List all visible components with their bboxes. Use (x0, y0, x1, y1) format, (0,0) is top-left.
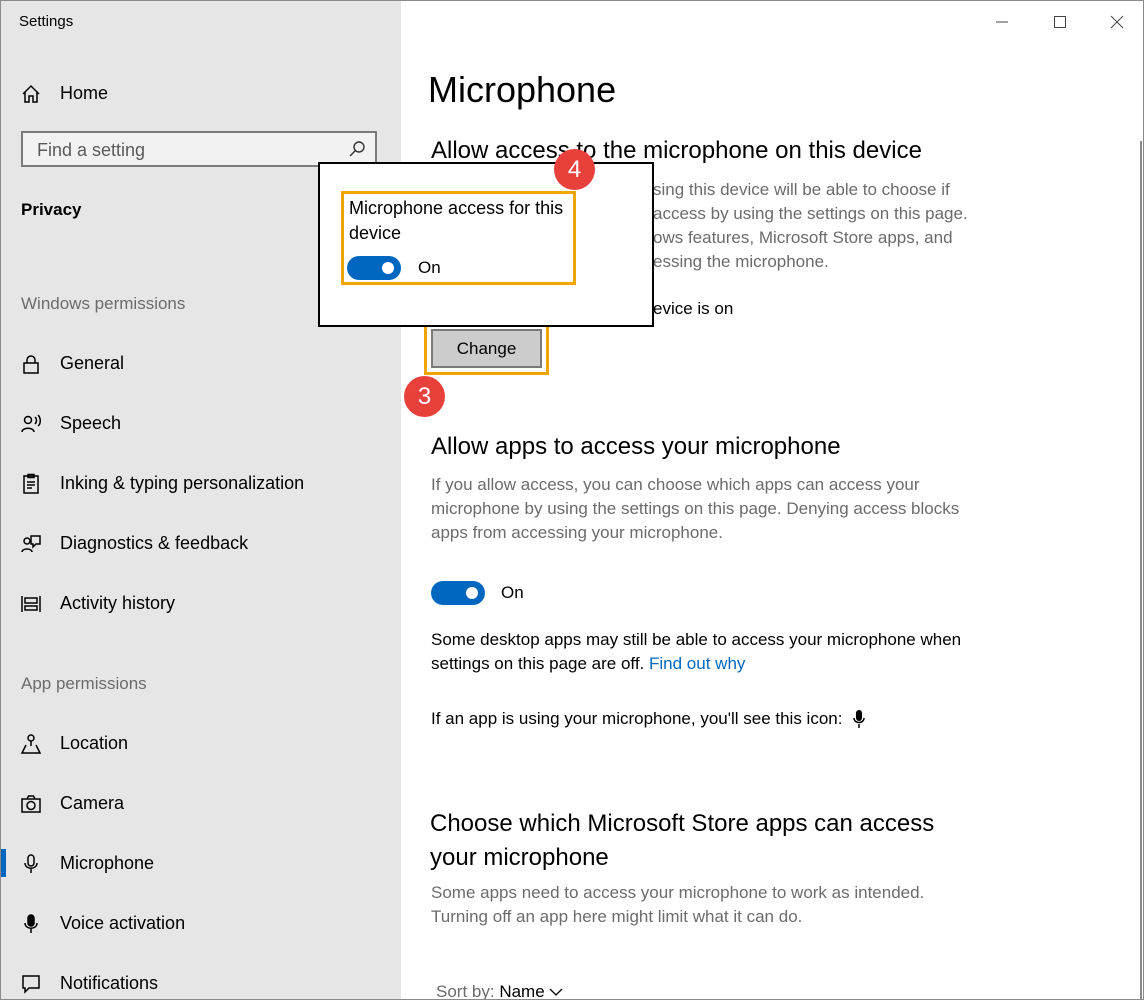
device-section-heading: Allow access to the microphone on this d… (431, 137, 922, 164)
maximize-button[interactable] (1040, 7, 1080, 37)
minimize-button[interactable] (982, 7, 1022, 37)
settings-window: Settings Home Privacy Windows permission… (0, 0, 1144, 1000)
microphone-icon (19, 852, 43, 876)
sidebar-item-diagnostics[interactable]: Diagnostics & feedback (1, 523, 401, 563)
notifications-icon (19, 972, 43, 996)
sidebar-item-label: Location (60, 732, 129, 753)
sidebar-item-label: Notifications (60, 972, 159, 993)
section-title-privacy: Privacy (21, 200, 82, 219)
sidebar-item-label: Voice activation (60, 912, 186, 933)
microphone-access-popup: Microphone access for this device On (318, 162, 654, 327)
page-title: Microphone (428, 69, 617, 110)
sidebar-item-speech[interactable]: Speech (1, 403, 401, 443)
sidebar: Settings Home Privacy Windows permission… (1, 1, 401, 999)
store-section-heading: Choose which Microsoft Store apps can ac… (430, 810, 935, 871)
apps-section-heading: Allow apps to access your microphone (431, 433, 841, 460)
minimize-icon (996, 21, 1008, 23)
sidebar-item-general[interactable]: General (1, 343, 401, 383)
chevron-down-icon (549, 988, 563, 996)
home-icon (19, 82, 43, 106)
sidebar-item-voice-activation[interactable]: Voice activation (1, 903, 401, 943)
sidebar-item-label: Camera (60, 792, 125, 813)
change-highlight: Change (424, 322, 549, 375)
toggle-knob (466, 587, 478, 599)
sort-value: Name (499, 982, 545, 1000)
search-input[interactable] (23, 133, 359, 167)
sidebar-item-label: Inking & typing personalization (60, 472, 305, 493)
change-button[interactable]: Change (431, 329, 542, 368)
store-section-description: Some apps need to access your microphone… (431, 883, 925, 926)
sidebar-item-label: Speech (60, 412, 122, 433)
camera-icon (19, 792, 43, 816)
maximize-icon (1054, 16, 1066, 28)
close-button[interactable] (1097, 7, 1137, 37)
app-permissions-heading: App permissions (21, 674, 147, 693)
sidebar-item-notifications[interactable]: Notifications (1, 963, 401, 999)
mic-icon-note: If an app is using your microphone, you'… (431, 707, 991, 731)
close-icon (1110, 15, 1124, 29)
sidebar-item-location[interactable]: Location (1, 723, 401, 763)
sidebar-item-activity-history[interactable]: Activity history (1, 583, 401, 623)
location-icon (19, 732, 43, 756)
desktop-apps-note: Some desktop apps may still be able to a… (431, 630, 962, 673)
speech-icon (19, 412, 43, 436)
sidebar-item-label: Home (60, 82, 109, 103)
device-access-status: evice is on (653, 299, 734, 318)
apps-section-description: If you allow access, you can choose whic… (431, 475, 960, 542)
step-badge-4: 4 (554, 149, 595, 190)
search-icon[interactable] (347, 139, 367, 159)
microphone-icon (853, 710, 866, 728)
sidebar-item-camera[interactable]: Camera (1, 783, 401, 823)
sidebar-item-home[interactable]: Home (1, 73, 401, 113)
sidebar-item-inking-typing[interactable]: Inking & typing personalization (1, 463, 401, 503)
step-badge-3: 3 (404, 376, 445, 417)
sidebar-item-label: Activity history (60, 592, 176, 613)
feedback-icon (19, 532, 43, 556)
sidebar-item-label: General (60, 352, 125, 373)
device-access-toggle-label: On (418, 258, 441, 277)
window-title: Settings (19, 13, 74, 30)
lock-icon (19, 352, 43, 376)
sort-control[interactable]: Sort by: Name (436, 982, 563, 1000)
popup-title: Microphone access for this device (349, 198, 564, 243)
toggle-knob (382, 262, 394, 274)
clipboard-icon (19, 472, 43, 496)
apps-access-toggle[interactable] (431, 581, 485, 605)
windows-permissions-heading: Windows permissions (21, 294, 186, 313)
selection-indicator (1, 849, 6, 877)
sidebar-item-label: Diagnostics & feedback (60, 532, 249, 553)
sidebar-item-label: Microphone (60, 852, 155, 873)
apps-access-toggle-label: On (501, 583, 524, 602)
voice-activation-icon (19, 912, 43, 936)
find-out-why-link[interactable]: Find out why (649, 654, 745, 673)
device-section-description: sing this device will be able to choose … (653, 180, 968, 271)
sidebar-item-microphone[interactable]: Microphone (1, 843, 401, 883)
scrollbar[interactable] (1140, 141, 1142, 999)
device-access-toggle[interactable] (347, 256, 401, 280)
popup-highlight: Microphone access for this device On (341, 191, 576, 285)
timeline-icon (19, 592, 43, 616)
